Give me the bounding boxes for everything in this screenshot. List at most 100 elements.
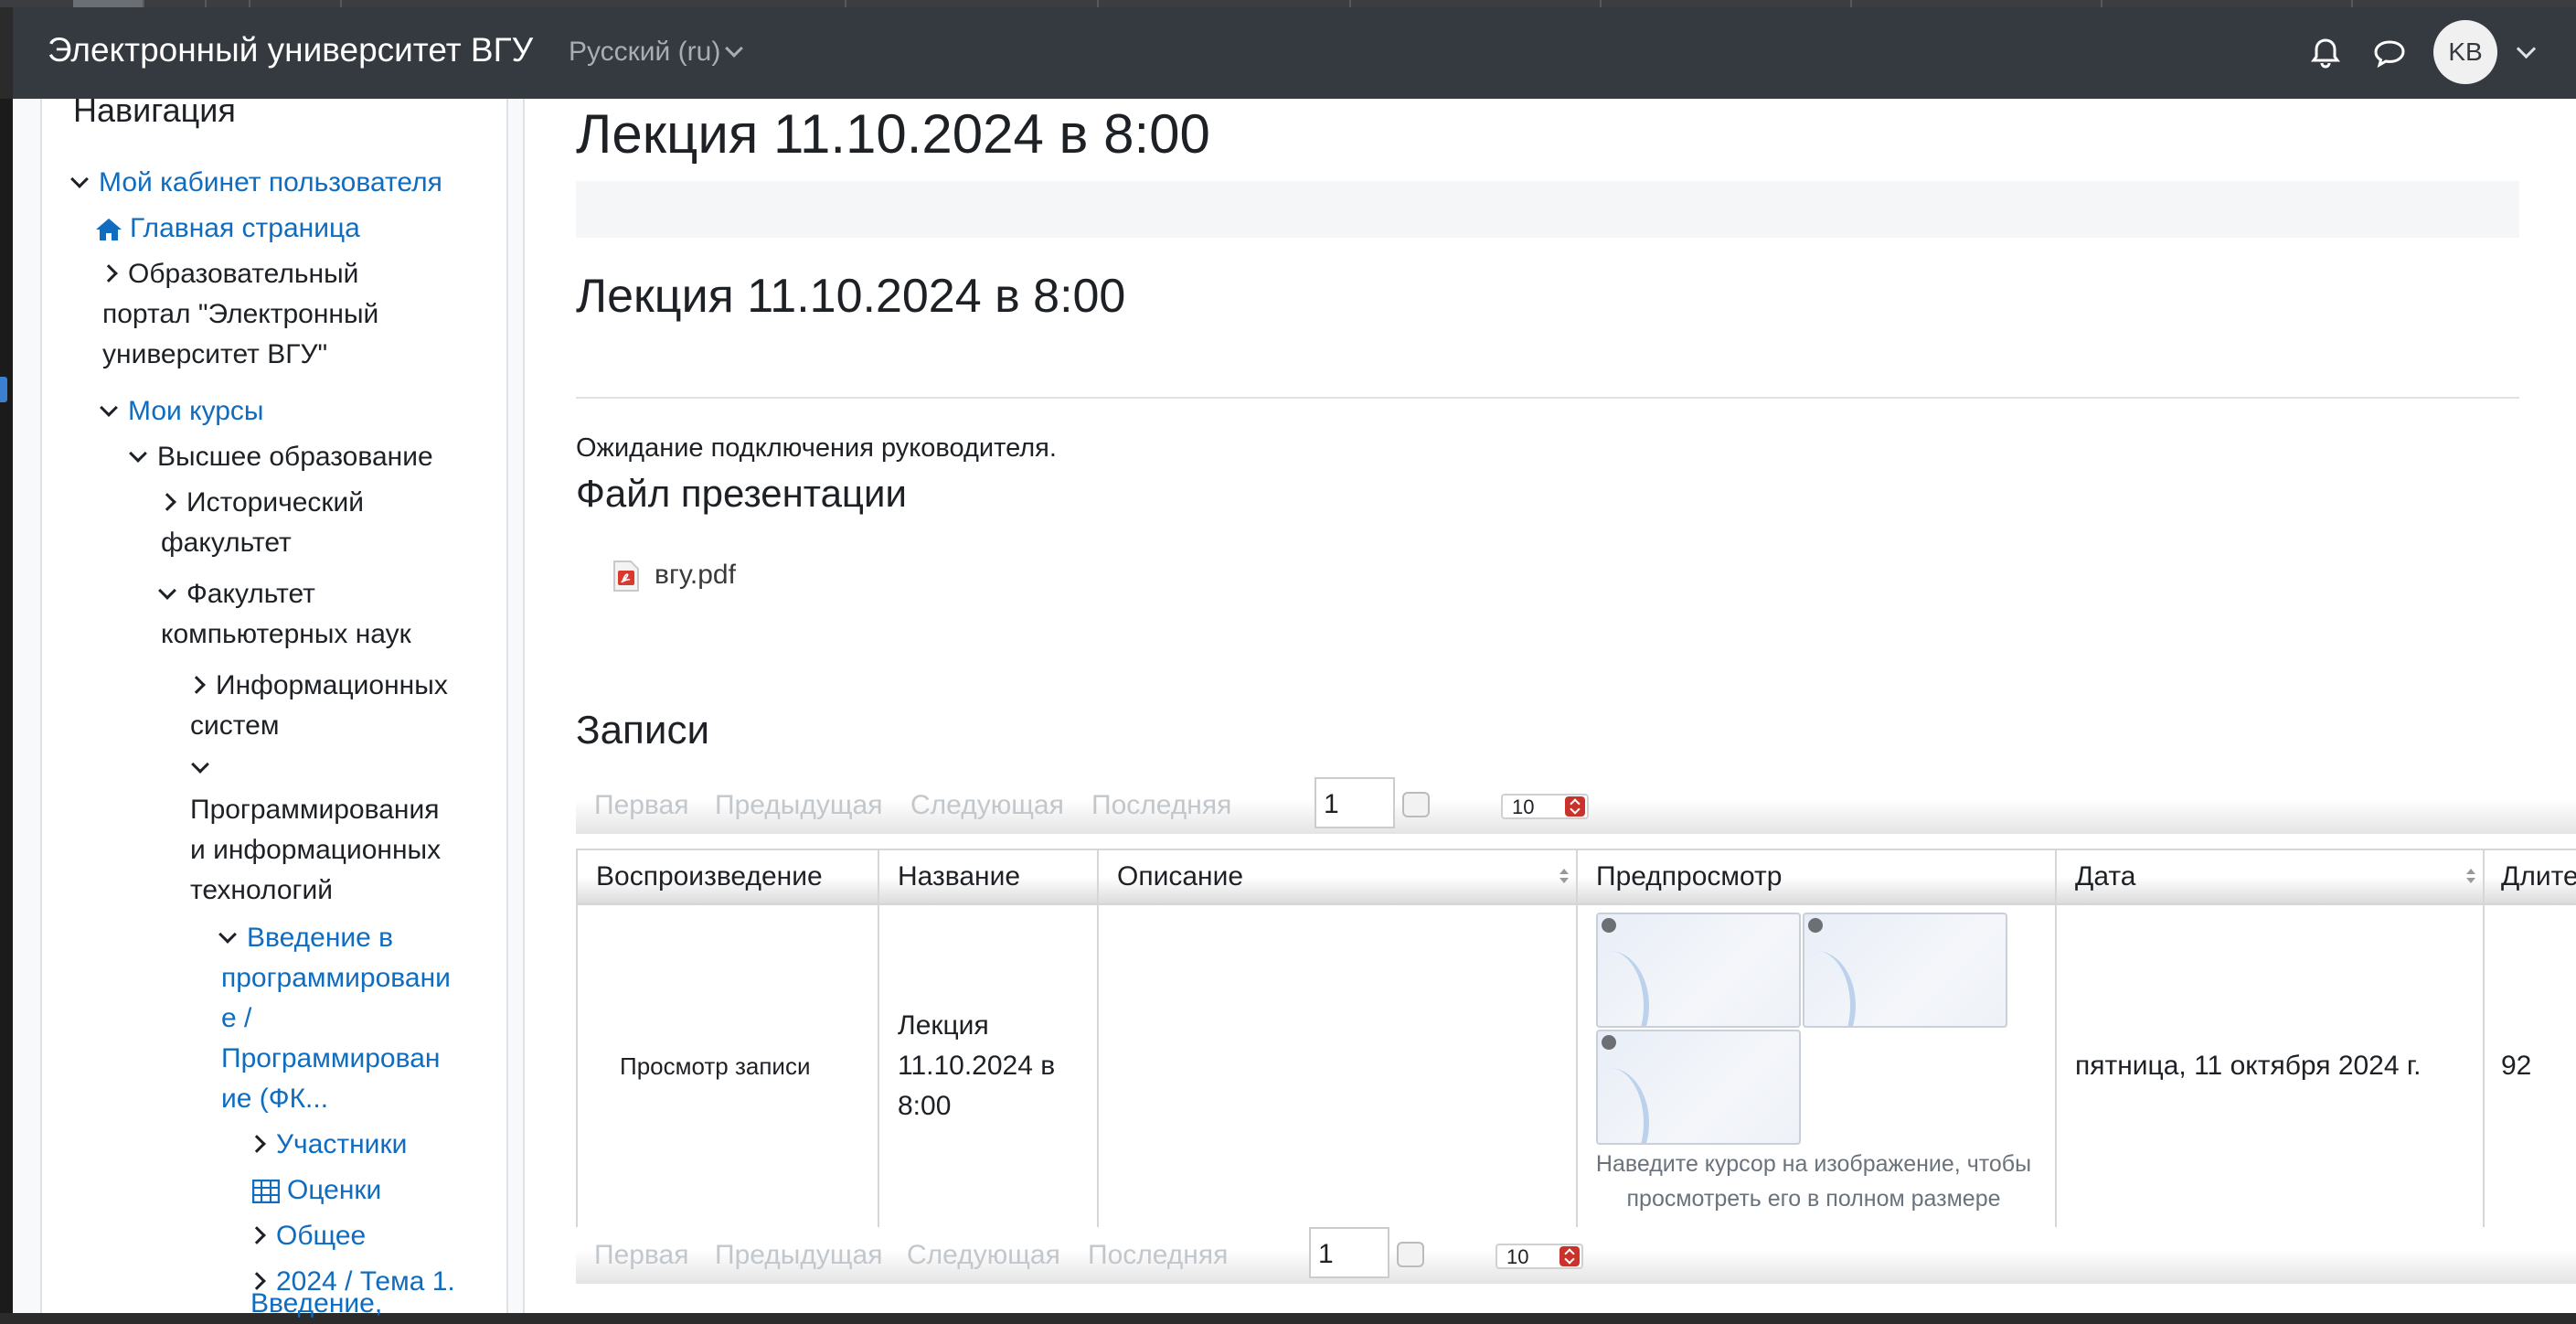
nav-programming-dept[interactable]: Программирования xyxy=(190,790,439,830)
recordings-pager-top: Первая Предыдущая Следующая Последняя 1 … xyxy=(576,777,2576,834)
pager-first[interactable]: Первая xyxy=(594,790,688,821)
nav-cs-faculty[interactable]: Факультет xyxy=(158,574,315,614)
preview-thumbnail[interactable] xyxy=(1803,913,2007,1028)
pager-previous[interactable]: Предыдущая xyxy=(715,1240,882,1271)
browser-tab[interactable] xyxy=(1850,0,2102,7)
browser-tab[interactable] xyxy=(249,0,342,7)
column-header-duration[interactable]: Длител xyxy=(2485,850,2576,903)
spinner-icon xyxy=(1559,1246,1580,1266)
chevron-right-icon xyxy=(248,1226,266,1244)
nav-course-intro-line[interactable]: Программирован xyxy=(221,1039,440,1079)
cell-description xyxy=(1099,905,1578,1227)
nav-label: Участники xyxy=(276,1129,408,1159)
presentation-heading: Файл презентации xyxy=(576,472,907,515)
column-header-playback[interactable]: Воспроизведение xyxy=(578,850,879,903)
nav-general[interactable]: Общее xyxy=(248,1216,366,1256)
recordings-heading: Записи xyxy=(576,708,710,753)
nav-programming-dept-line[interactable]: и информационных xyxy=(190,830,441,870)
browser-tab[interactable] xyxy=(340,0,846,7)
browser-tab[interactable] xyxy=(1600,0,1852,7)
pager-next[interactable]: Следующая xyxy=(910,790,1064,821)
navigation-block: Навигация Мой кабинет пользователя Главн… xyxy=(40,91,508,1319)
preview-hint-line: Наведите курсор на изображение, чтобы xyxy=(1595,1151,2032,1177)
browser-tab[interactable] xyxy=(205,0,250,7)
language-label: Русский (ru) xyxy=(569,37,721,67)
nav-portal-line[interactable]: университет ВГУ" xyxy=(102,335,327,375)
nav-course-intro-line[interactable]: программировани xyxy=(221,958,451,998)
pager-page-input[interactable]: 1 xyxy=(1315,777,1395,828)
nav-programming-dept-toggle[interactable] xyxy=(191,748,219,788)
nav-history-faculty-line[interactable]: факультет xyxy=(161,523,292,563)
nav-course-intro[interactable]: Введение в xyxy=(218,918,393,958)
navigation-title: Навигация xyxy=(73,91,236,129)
pager-go-button[interactable] xyxy=(1397,1242,1424,1267)
nav-programming-dept-line[interactable]: технологий xyxy=(190,870,333,911)
language-menu[interactable]: Русский (ru) xyxy=(569,37,744,68)
pdf-file-icon[interactable] xyxy=(612,560,640,593)
chevron-right-icon xyxy=(248,1135,266,1153)
chevron-down-icon[interactable] xyxy=(2516,38,2537,59)
preview-hint: Наведите курсор на изображение, чтобы пр… xyxy=(1585,1147,2042,1216)
column-header-description[interactable]: Описание xyxy=(1099,850,1578,903)
browser-tab[interactable] xyxy=(845,0,1099,7)
recording-name-line: Лекция xyxy=(898,1010,989,1041)
pager-page-input[interactable]: 1 xyxy=(1309,1227,1389,1278)
browser-tab[interactable] xyxy=(73,0,144,7)
column-header-preview[interactable]: Предпросмотр xyxy=(1578,850,2057,903)
nav-higher-education[interactable]: Высшее образование xyxy=(129,437,433,477)
pager-last[interactable]: Последняя xyxy=(1091,790,1231,821)
user-avatar[interactable]: KB xyxy=(2433,20,2497,84)
nav-participants[interactable]: Участники xyxy=(248,1125,408,1165)
pager-size-select[interactable]: 10 xyxy=(1501,794,1589,819)
top-navbar: Электронный университет ВГУ Русский (ru)… xyxy=(13,7,2576,99)
message-icon[interactable] xyxy=(2371,35,2408,71)
chevron-down-icon xyxy=(218,925,237,944)
browser-tab[interactable] xyxy=(143,0,207,7)
browser-tab[interactable] xyxy=(1349,0,1602,7)
nav-label: Высшее образование xyxy=(157,442,433,472)
activity-header-bar xyxy=(576,181,2519,238)
pager-go-button[interactable] xyxy=(1402,792,1430,817)
cell-date: пятница, 11 октября 2024 г. xyxy=(2057,905,2485,1227)
preview-thumbnail[interactable] xyxy=(1596,913,1801,1028)
window-left-edge xyxy=(0,99,13,1313)
nav-course-intro-line[interactable]: е / xyxy=(221,998,251,1039)
column-header-date[interactable]: Дата xyxy=(2057,850,2485,903)
pager-last[interactable]: Последняя xyxy=(1088,1240,1228,1271)
nav-label: Информационных xyxy=(216,670,448,700)
nav-portal-line[interactable]: портал "Электронный xyxy=(102,294,378,335)
status-message: Ожидание подключения руководителя. xyxy=(576,433,1057,463)
column-header-name[interactable]: Название xyxy=(879,850,1099,903)
presentation-file-link[interactable]: вгу.pdf xyxy=(655,560,736,591)
preview-thumbnail[interactable] xyxy=(1596,1030,1801,1145)
nav-cs-faculty-line[interactable]: компьютерных наук xyxy=(161,614,411,655)
edge-highlight xyxy=(0,377,7,402)
room-title: Лекция 11.10.2024 в 8:00 xyxy=(576,270,1126,323)
nav-info-systems[interactable]: Информационных xyxy=(187,666,448,706)
browser-tab[interactable] xyxy=(1097,0,1351,7)
site-brand[interactable]: Электронный университет ВГУ xyxy=(48,31,533,69)
nav-info-systems-line[interactable]: систем xyxy=(190,706,279,746)
chevron-right-icon xyxy=(187,676,206,694)
nav-home[interactable]: Главная страница xyxy=(95,208,360,249)
pager-previous[interactable]: Предыдущая xyxy=(715,790,882,821)
nav-label: Мои курсы xyxy=(128,396,264,426)
main-content: Лекция 11.10.2024 в 8:00 Лекция 11.10.20… xyxy=(523,99,2576,1313)
nav-history-faculty[interactable]: Исторический xyxy=(158,483,364,523)
recording-duration: 92 xyxy=(2501,1051,2532,1081)
nav-topic-1-line[interactable]: Введение, xyxy=(250,1284,382,1324)
nav-my-courses[interactable]: Мои курсы xyxy=(100,391,264,432)
pager-next[interactable]: Следующая xyxy=(907,1240,1060,1271)
cell-duration: 92 xyxy=(2485,905,2576,1227)
playback-link[interactable]: Просмотр записи xyxy=(620,1046,810,1086)
nav-course-intro-line[interactable]: ие (ФК... xyxy=(221,1079,328,1119)
browser-tab[interactable] xyxy=(2101,0,2353,7)
pager-size-select[interactable]: 10 xyxy=(1496,1244,1583,1269)
pager-size-value: 10 xyxy=(1506,1245,1529,1268)
chevron-right-icon xyxy=(158,493,176,511)
bell-icon[interactable] xyxy=(2307,35,2344,71)
nav-portal[interactable]: Образовательный xyxy=(100,254,358,294)
nav-my-dashboard[interactable]: Мой кабинет пользователя xyxy=(70,163,442,203)
nav-grades[interactable]: Оценки xyxy=(252,1170,381,1211)
pager-first[interactable]: Первая xyxy=(594,1240,688,1271)
